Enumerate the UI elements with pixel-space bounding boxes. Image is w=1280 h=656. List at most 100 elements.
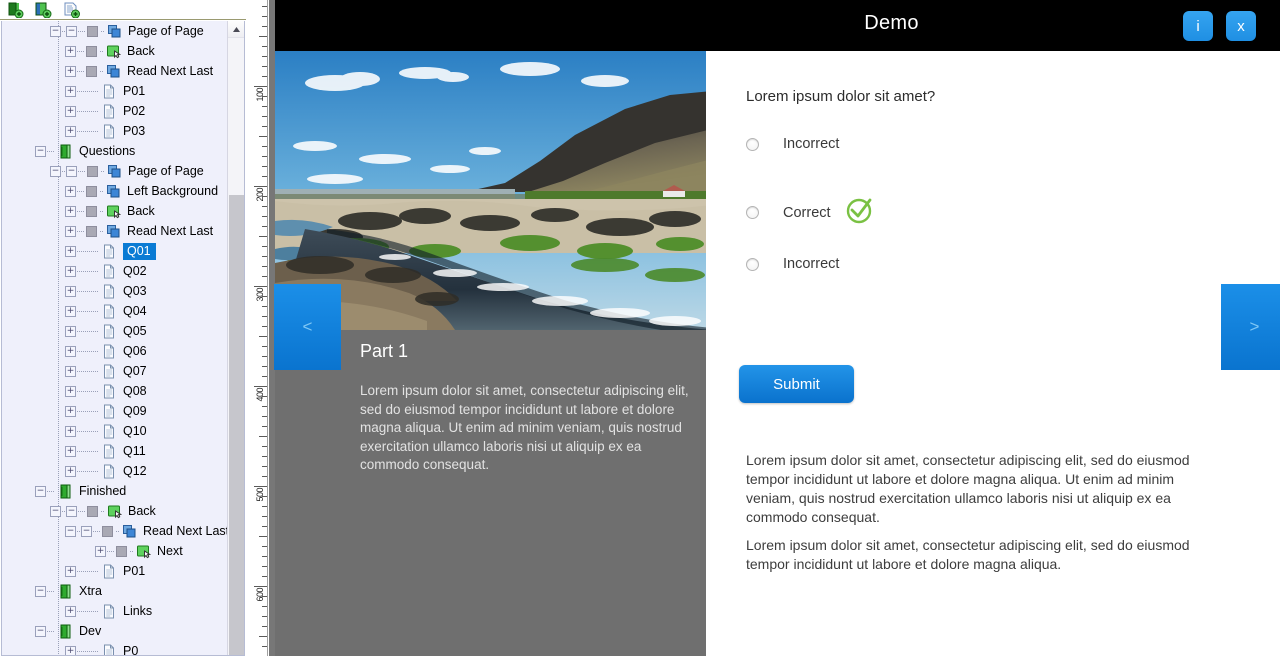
tree-collapse-toggle[interactable]: − — [65, 525, 76, 537]
scrollbar-thumb[interactable] — [229, 195, 244, 655]
tree-item-q03[interactable]: + Q03 — [2, 281, 228, 301]
submit-button[interactable]: Submit — [739, 365, 854, 403]
tree-item-q11[interactable]: + Q11 — [2, 441, 228, 461]
tree-expander[interactable]: − — [66, 505, 77, 517]
answer-choice-2[interactable]: Correct — [746, 196, 873, 229]
tree-item-back[interactable]: + Back — [2, 201, 228, 221]
tree-item-page-of-page[interactable]: − − Page of Page — [2, 21, 228, 41]
ruler-tick — [262, 246, 267, 247]
ruler-label: 400 — [255, 388, 265, 402]
new-chapter-icon[interactable] — [33, 1, 55, 19]
new-book-icon[interactable] — [5, 1, 27, 19]
body-paragraph-2: Lorem ipsum dolor sit amet, consectetur … — [746, 537, 1190, 572]
tree-item-q10[interactable]: + Q10 — [2, 421, 228, 441]
tree-expander[interactable]: + — [65, 245, 76, 257]
tree-item-q09[interactable]: + Q09 — [2, 401, 228, 421]
tree-item-p03[interactable]: + P03 — [2, 121, 228, 141]
tree-item-page-of-page[interactable]: − − Page of Page — [2, 161, 228, 181]
tree-expander[interactable]: + — [65, 305, 76, 317]
tree-expander[interactable]: − — [66, 165, 77, 177]
tree-item-dev[interactable]: − Dev — [2, 621, 228, 641]
tree-expander[interactable]: + — [65, 645, 76, 655]
document-icon — [104, 124, 114, 138]
scroll-up-icon[interactable] — [228, 21, 244, 38]
answer-choice-3[interactable]: Incorrect — [746, 256, 839, 272]
tree-collapse-toggle[interactable]: − — [50, 165, 61, 177]
document-icon — [104, 84, 114, 98]
tree-expander[interactable]: + — [65, 385, 76, 397]
tree-expander[interactable]: − — [66, 25, 77, 37]
ruler-tick — [262, 356, 267, 357]
tree-expander[interactable]: + — [65, 125, 76, 137]
answer-choice-1[interactable]: Incorrect — [746, 136, 839, 152]
tree-expander[interactable]: + — [65, 105, 76, 117]
tree-collapse-toggle[interactable]: − — [50, 25, 61, 37]
tree-expander[interactable]: − — [35, 145, 46, 157]
project-tree[interactable]: − − Page of Page + Back + Read Next Last + P01 + P… — [2, 21, 228, 655]
prev-page-button[interactable]: < — [274, 284, 341, 370]
close-button[interactable]: x — [1226, 11, 1256, 41]
tree-expander[interactable]: + — [65, 445, 76, 457]
tree-expander[interactable]: + — [65, 465, 76, 477]
tree-item-q04[interactable]: + Q04 — [2, 301, 228, 321]
tree-connector — [77, 370, 99, 372]
tree-expander[interactable]: + — [65, 205, 76, 217]
tree-expander[interactable]: + — [95, 545, 106, 557]
scrollbar-track[interactable] — [228, 38, 244, 655]
tree-expander[interactable]: + — [65, 365, 76, 377]
tree-item-q01[interactable]: + Q01 — [2, 241, 228, 261]
radio-button[interactable] — [746, 206, 759, 219]
tree-expander[interactable]: + — [65, 345, 76, 357]
tree-item-q07[interactable]: + Q07 — [2, 361, 228, 381]
tree-item-p0[interactable]: + P0 — [2, 641, 228, 655]
tree-collapse-toggle[interactable]: − — [50, 505, 61, 517]
tree-expander[interactable]: − — [35, 625, 46, 637]
tree-expander[interactable]: + — [65, 185, 76, 197]
tree-item-q02[interactable]: + Q02 — [2, 261, 228, 281]
tree-expander[interactable]: + — [65, 85, 76, 97]
tree-item-finished[interactable]: − Finished — [2, 481, 228, 501]
tree-expander[interactable]: + — [65, 425, 76, 437]
tree-expander[interactable]: + — [65, 285, 76, 297]
tree-item-q05[interactable]: + Q05 — [2, 321, 228, 341]
tree-item-p02[interactable]: + P02 — [2, 101, 228, 121]
radio-button[interactable] — [746, 257, 759, 271]
tree-item-read-next-last[interactable]: + Read Next Last — [2, 61, 228, 81]
tree-item-left-background[interactable]: + Left Background — [2, 181, 228, 201]
info-button[interactable]: i — [1183, 11, 1213, 41]
tree-item-q08[interactable]: + Q08 — [2, 381, 228, 401]
tree-item-back[interactable]: + Back — [2, 41, 228, 61]
tree-expander[interactable]: + — [65, 325, 76, 337]
tree-expander[interactable]: + — [65, 65, 76, 77]
tree-expander[interactable]: + — [65, 45, 76, 57]
tree-expander[interactable]: + — [65, 605, 76, 617]
tree-item-back[interactable]: − − Back — [2, 501, 228, 521]
tree-expander[interactable]: − — [35, 485, 46, 497]
toolbar — [0, 0, 246, 20]
tree-expander[interactable]: + — [65, 405, 76, 417]
new-page-icon[interactable] — [61, 1, 83, 19]
tree-expander[interactable]: + — [65, 565, 76, 577]
ruler-tick — [259, 336, 267, 337]
next-page-button[interactable]: > — [1221, 284, 1280, 370]
tree-item-next[interactable]: + Next — [2, 541, 228, 561]
tree-expander[interactable]: − — [35, 585, 46, 597]
tree-item-q12[interactable]: + Q12 — [2, 461, 228, 481]
radio-button[interactable] — [746, 137, 759, 151]
part-title: Part 1 — [360, 341, 409, 361]
tree-item-questions[interactable]: − Questions — [2, 141, 228, 161]
tree-item-read-next-last[interactable]: + Read Next Last — [2, 221, 228, 241]
ruler-tick — [262, 26, 267, 27]
tree-expander[interactable]: + — [65, 265, 76, 277]
book-icon — [60, 484, 71, 498]
tree-item-q06[interactable]: + Q06 — [2, 341, 228, 361]
tree-item-p01[interactable]: + P01 — [2, 81, 228, 101]
tree-expander[interactable]: − — [81, 525, 92, 537]
tree-expander[interactable]: + — [65, 225, 76, 237]
tree-item-xtra[interactable]: − Xtra — [2, 581, 228, 601]
tree-item-p01[interactable]: + P01 — [2, 561, 228, 581]
tree-item-links[interactable]: + Links — [2, 601, 228, 621]
tree-item-read-next-last[interactable]: − − Read Next Last — [2, 521, 228, 541]
tree-node-marker — [87, 505, 98, 517]
tree-scrollbar[interactable] — [227, 21, 244, 655]
